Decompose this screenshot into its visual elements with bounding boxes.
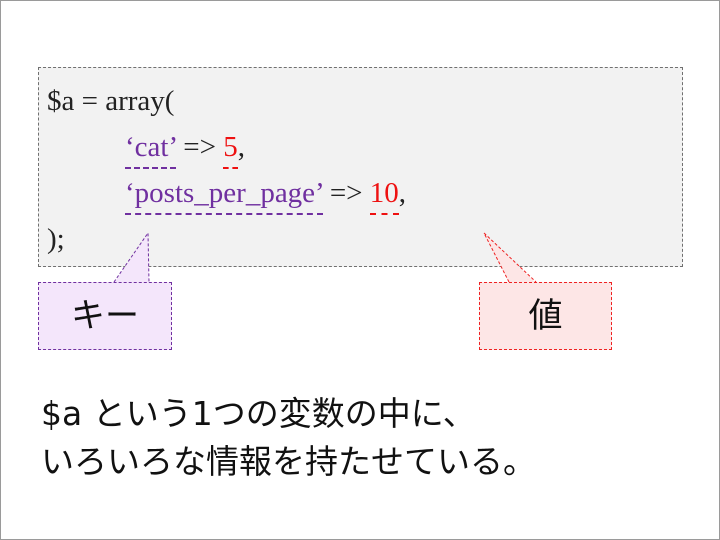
value-5: 5 <box>223 131 238 169</box>
caption-line-1: $a という1つの変数の中に、 <box>41 394 476 433</box>
value-callout-label: 値 <box>528 296 563 336</box>
key-callout: キー <box>38 282 172 350</box>
value-10: 10 <box>369 177 399 215</box>
code-line-4: ); <box>47 222 65 256</box>
arrow-operator: => <box>175 131 224 163</box>
code-line-1: $a = array( <box>47 84 174 118</box>
comma: , <box>237 131 245 163</box>
code-line-3: ‘posts_per_page’ => 10, <box>125 176 407 215</box>
caption-line-2: いろいろな情報を持たせている。 <box>41 442 536 481</box>
key-posts-per-page: ‘posts_per_page’ <box>125 177 323 215</box>
code-line-2: ‘cat’ => 5, <box>125 130 245 169</box>
slide: $a = array( ‘cat’ => 5, ‘posts_per_page’… <box>0 0 720 540</box>
code-block: $a = array( ‘cat’ => 5, ‘posts_per_page’… <box>38 67 683 267</box>
array-open: $a = array( <box>47 85 175 117</box>
key-callout-label: キー <box>71 296 139 336</box>
key-cat: ‘cat’ <box>125 131 176 169</box>
value-callout: 値 <box>479 282 612 350</box>
comma: , <box>398 177 407 209</box>
array-close: ); <box>47 223 65 255</box>
arrow-operator: => <box>322 177 370 209</box>
